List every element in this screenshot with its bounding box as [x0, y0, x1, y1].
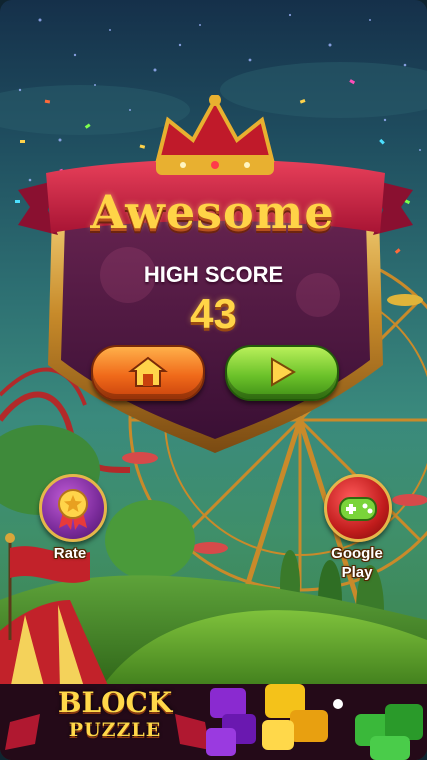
home-button[interactable] [91, 345, 205, 401]
play-button[interactable] [225, 345, 339, 401]
google-play-label-line1: Google [331, 545, 383, 562]
home-icon [128, 356, 168, 387]
play-icon [271, 357, 296, 387]
high-score-label: HIGH SCORE [143, 262, 284, 287]
crown-icon [155, 95, 275, 175]
rate-button[interactable] [39, 474, 107, 542]
google-play-label: Google Play [312, 544, 402, 582]
ad-banner-title: BLOCK [57, 686, 173, 719]
gamepad-icon [339, 497, 377, 521]
game-over-screen: Awesome HIGH SCORE 43 Rate Google Play B… [0, 0, 427, 760]
google-play-button[interactable] [324, 474, 392, 542]
ad-banner-subtitle: PUZZLE [68, 719, 162, 741]
google-play-label-line2: Play [341, 564, 373, 581]
result-title: Awesome [90, 185, 335, 239]
rate-label: Rate [53, 545, 87, 562]
high-score-value: 43 [190, 290, 237, 337]
medal-ribbon-icon [58, 489, 88, 530]
